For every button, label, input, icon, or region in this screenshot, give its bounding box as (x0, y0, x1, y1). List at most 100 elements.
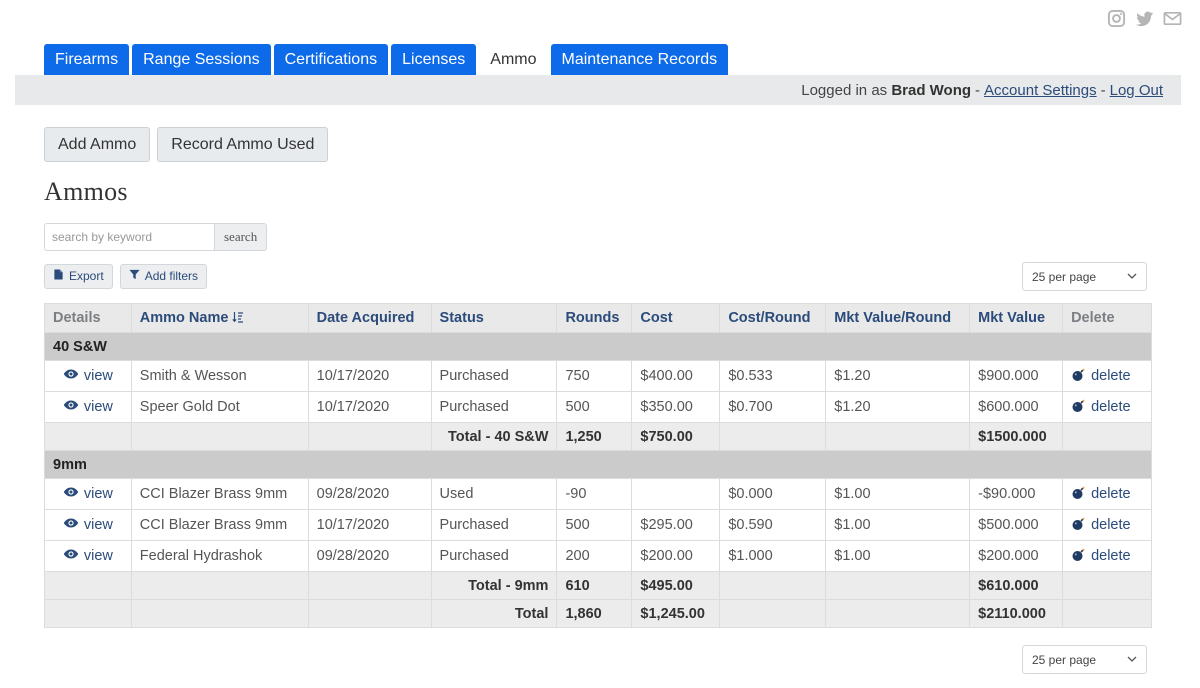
col-ammo-name[interactable]: Ammo Name (130, 303, 309, 333)
record-ammo-used-button[interactable]: Record Ammo Used (157, 127, 329, 162)
table-tools: Export Add filters (44, 264, 208, 289)
col-date-acquired[interactable]: Date Acquired (307, 303, 432, 333)
date-acquired: 10/17/2020 (307, 509, 432, 541)
subtotal-row: Total - 9mm 610 $495.00 $610.000 (44, 571, 1152, 600)
status: Purchased (430, 540, 558, 572)
rounds: 500 (556, 509, 633, 541)
ammo-name: CCI Blazer Brass 9mm (130, 478, 309, 510)
search-button[interactable]: search (214, 223, 268, 251)
delete-link[interactable]: delete (1071, 547, 1131, 566)
subtotal-cost: $495.00 (631, 571, 721, 600)
mkt-value-round: $1.00 (825, 478, 971, 510)
status: Used (430, 478, 558, 510)
col-delete: Delete (1062, 303, 1152, 333)
view-link[interactable]: view (63, 399, 113, 415)
table-row: view Smith & Wesson 10/17/2020 Purchased… (44, 360, 1152, 392)
subtotal-cost: $750.00 (631, 422, 721, 451)
col-mkt-value[interactable]: Mkt Value (969, 303, 1064, 333)
group-row: 40 S&W (44, 332, 1152, 361)
rounds: 500 (556, 391, 633, 423)
view-label: view (83, 368, 113, 384)
cost-round: $0.000 (719, 478, 827, 510)
rounds: 200 (556, 540, 633, 572)
mkt-value: $500.000 (969, 509, 1064, 541)
bomb-icon (1071, 367, 1086, 386)
cost-round: $0.700 (719, 391, 827, 423)
eye-icon (63, 486, 79, 502)
ammo-name: Federal Hydrashok (130, 540, 309, 572)
table-row: view CCI Blazer Brass 9mm 10/17/2020 Pur… (44, 509, 1152, 541)
per-page-select-top[interactable]: 25 per page (1022, 262, 1147, 291)
grand-total-label: Total (430, 599, 558, 628)
twitter-icon[interactable] (1135, 9, 1154, 28)
subtotal-rounds: 1,250 (556, 422, 633, 451)
ammo-name: CCI Blazer Brass 9mm (130, 509, 309, 541)
cost: $295.00 (631, 509, 721, 541)
eye-icon (63, 368, 79, 384)
cost: $200.00 (631, 540, 721, 572)
delete-link[interactable]: delete (1071, 367, 1131, 386)
col-cost-round[interactable]: Cost/Round (719, 303, 827, 333)
bomb-icon (1071, 398, 1086, 417)
bomb-icon (1071, 547, 1086, 566)
instagram-icon[interactable] (1107, 9, 1126, 28)
tab-ammo[interactable]: Ammo (479, 44, 548, 75)
subtotal-label: Total - 9mm (430, 571, 558, 600)
view-link[interactable]: view (63, 517, 113, 533)
delete-link[interactable]: delete (1071, 485, 1131, 504)
bomb-icon (1071, 485, 1086, 504)
tab-maintenance-records[interactable]: Maintenance Records (550, 44, 729, 75)
view-link[interactable]: view (63, 368, 113, 384)
cost: $400.00 (631, 360, 721, 392)
view-label: view (83, 399, 113, 415)
status: Purchased (430, 360, 558, 392)
account-settings-link[interactable]: Account Settings (984, 82, 1097, 99)
tab-certifications[interactable]: Certifications (273, 44, 389, 75)
col-status[interactable]: Status (430, 303, 558, 333)
cost: $350.00 (631, 391, 721, 423)
col-mkt-value-round[interactable]: Mkt Value/Round (825, 303, 971, 333)
separator: - (1100, 81, 1106, 99)
table-header: Details Ammo Name Date Acquired Status R… (44, 303, 1152, 333)
col-rounds[interactable]: Rounds (556, 303, 633, 333)
view-label: view (83, 517, 113, 533)
tab-firearms[interactable]: Firearms (44, 44, 130, 75)
user-name: Brad Wong (891, 81, 972, 99)
add-filters-button[interactable]: Add filters (119, 264, 208, 289)
table-row: view Federal Hydrashok 09/28/2020 Purcha… (44, 540, 1152, 572)
date-acquired: 10/17/2020 (307, 391, 432, 423)
delete-link[interactable]: delete (1071, 516, 1131, 535)
view-link[interactable]: view (63, 486, 113, 502)
export-label: Export (69, 269, 104, 283)
action-buttons: Add Ammo Record Ammo Used (44, 127, 329, 162)
cost-round: $1.000 (719, 540, 827, 572)
main-tabs: Firearms Range Sessions Certifications L… (44, 44, 729, 75)
status: Purchased (430, 391, 558, 423)
col-details: Details (44, 303, 132, 333)
mkt-value: $900.000 (969, 360, 1064, 392)
logout-link[interactable]: Log Out (1110, 82, 1163, 99)
sort-alpha-icon[interactable] (232, 310, 244, 326)
export-button[interactable]: Export (44, 264, 113, 289)
add-ammo-button[interactable]: Add Ammo (44, 127, 151, 162)
delete-label: delete (1091, 486, 1131, 502)
bomb-icon (1071, 516, 1086, 535)
date-acquired: 09/28/2020 (307, 478, 432, 510)
tab-licenses[interactable]: Licenses (391, 44, 477, 75)
mkt-value: -$90.000 (969, 478, 1064, 510)
file-icon (53, 265, 64, 288)
search-input[interactable] (44, 223, 214, 251)
subtotal-rounds: 610 (556, 571, 633, 600)
eye-icon (63, 548, 79, 564)
rounds: 750 (556, 360, 633, 392)
delete-link[interactable]: delete (1071, 398, 1131, 417)
ammo-name: Speer Gold Dot (130, 391, 309, 423)
tab-range-sessions[interactable]: Range Sessions (132, 44, 271, 75)
mail-icon[interactable] (1163, 9, 1182, 28)
mkt-value-round: $1.00 (825, 540, 971, 572)
col-cost[interactable]: Cost (631, 303, 721, 333)
per-page-select-bottom[interactable]: 25 per page (1022, 645, 1147, 674)
mkt-value: $600.000 (969, 391, 1064, 423)
view-link[interactable]: view (63, 548, 113, 564)
rounds: -90 (556, 478, 633, 510)
